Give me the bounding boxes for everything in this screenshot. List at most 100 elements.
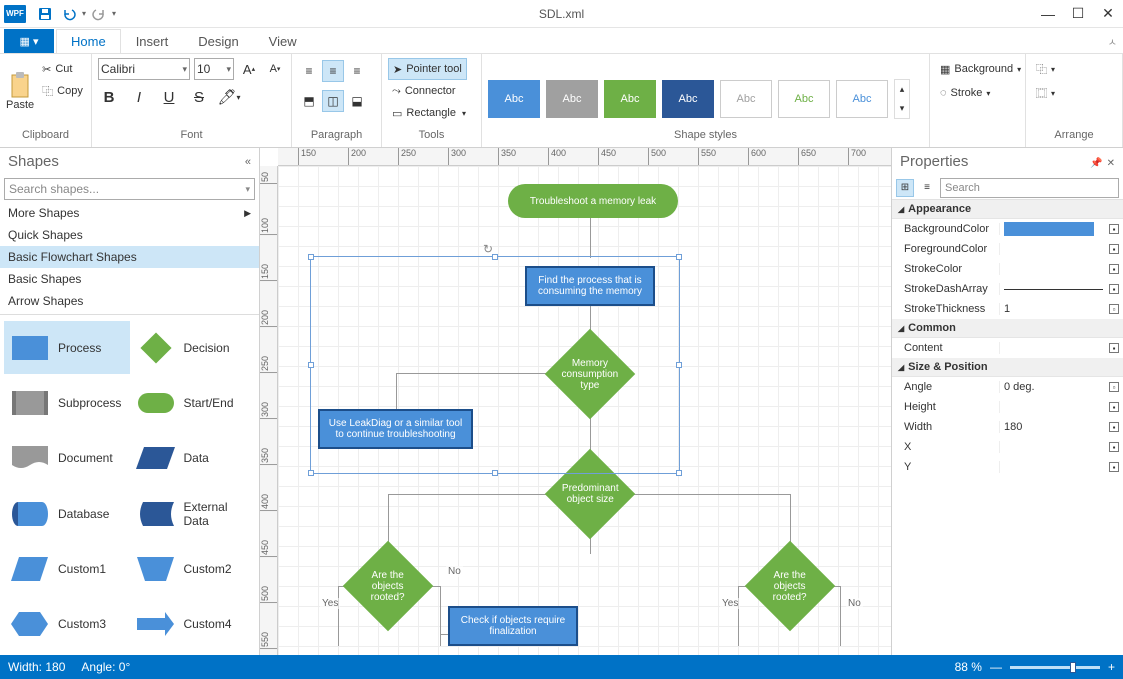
maximize-button[interactable]: ☐ bbox=[1063, 0, 1093, 28]
style-tile-gray[interactable]: Abc bbox=[546, 80, 598, 118]
pin-icon[interactable]: 📌 bbox=[1090, 158, 1102, 169]
node-start[interactable]: Troubleshoot a memory leak bbox=[508, 184, 678, 218]
shape-item-externaldata[interactable]: External Data bbox=[130, 487, 256, 540]
style-tile-outline-blue[interactable]: Abc bbox=[836, 80, 888, 118]
shapes-search-input[interactable]: Search shapes... ▾ bbox=[4, 178, 255, 200]
shape-item-data[interactable]: Data bbox=[130, 432, 256, 485]
undo-button[interactable] bbox=[58, 3, 80, 25]
align-left-button[interactable]: ≡ bbox=[298, 60, 320, 82]
style-tile-green[interactable]: Abc bbox=[604, 80, 656, 118]
styles-up-button[interactable]: ▴ bbox=[895, 80, 909, 99]
valign-bottom-button[interactable]: ⬓ bbox=[346, 90, 368, 112]
ruler-vertical: 50100150200250300350400450500550 bbox=[260, 166, 278, 655]
strike-button[interactable]: S bbox=[188, 86, 210, 108]
shape-item-subprocess[interactable]: Subprocess bbox=[4, 376, 130, 429]
collapse-icon[interactable]: « bbox=[245, 156, 251, 168]
grow-font-button[interactable]: A▴ bbox=[238, 58, 260, 80]
prop-x[interactable]: X▪ bbox=[892, 437, 1123, 457]
valign-middle-button[interactable]: ◫ bbox=[322, 90, 344, 112]
bold-button[interactable]: B bbox=[98, 86, 120, 108]
category-basic-shapes[interactable]: Basic Shapes bbox=[0, 268, 259, 290]
styles-more-button[interactable]: ▾ bbox=[895, 99, 909, 118]
arrange-button-2[interactable]: ⿴▾ bbox=[1032, 82, 1059, 104]
cut-button[interactable]: ✂Cut bbox=[38, 58, 87, 80]
background-button[interactable]: ▦Background▾ bbox=[936, 58, 1025, 80]
style-tile-outline-green[interactable]: Abc bbox=[778, 80, 830, 118]
italic-button[interactable]: I bbox=[128, 86, 150, 108]
underline-button[interactable]: U bbox=[158, 86, 180, 108]
close-panel-icon[interactable]: ✕ bbox=[1107, 158, 1115, 169]
shape-item-custom4[interactable]: Custom4 bbox=[130, 598, 256, 651]
shape-item-document[interactable]: Document bbox=[4, 432, 130, 485]
alpha-view-button[interactable]: ≡ bbox=[918, 179, 936, 197]
categorized-view-button[interactable]: ⊞ bbox=[896, 179, 914, 197]
node-find-process[interactable]: Find the process that is consuming the m… bbox=[525, 266, 655, 306]
align-right-button[interactable]: ≡ bbox=[346, 60, 368, 82]
style-tile-outline-gray[interactable]: Abc bbox=[720, 80, 772, 118]
node-rooted-right[interactable]: Are the objects rooted? bbox=[745, 541, 836, 632]
shape-item-startend[interactable]: Start/End bbox=[130, 376, 256, 429]
canvas[interactable]: Yes No Yes No ↻ Troubleshoot a memory le… bbox=[278, 166, 891, 655]
group-label: Shape styles bbox=[488, 129, 923, 145]
valign-top-button[interactable]: ⬒ bbox=[298, 90, 320, 112]
category-more-shapes[interactable]: More Shapes▶ bbox=[0, 202, 259, 224]
category-arrow-shapes[interactable]: Arrow Shapes bbox=[0, 290, 259, 312]
group-clipboard: Paste ✂Cut ⿻Copy Clipboard bbox=[0, 54, 92, 147]
zoom-out-button[interactable]: — bbox=[990, 660, 1002, 674]
category-quick-shapes[interactable]: Quick Shapes bbox=[0, 224, 259, 246]
category-basic-flowchart[interactable]: Basic Flowchart Shapes bbox=[0, 246, 259, 268]
prop-angle[interactable]: Angle0 deg.▫ bbox=[892, 377, 1123, 397]
ribbon-collapse-button[interactable]: ㅅ bbox=[1108, 34, 1117, 49]
prop-foregroundcolor[interactable]: ForegroundColor▪ bbox=[892, 239, 1123, 259]
properties-search-input[interactable]: Search bbox=[940, 178, 1119, 198]
style-tile-navy[interactable]: Abc bbox=[662, 80, 714, 118]
node-leakdiag[interactable]: Use LeakDiag or a similar tool to contin… bbox=[318, 409, 473, 449]
minimize-button[interactable]: — bbox=[1033, 0, 1063, 28]
style-tile-blue[interactable]: Abc bbox=[488, 80, 540, 118]
shape-item-database[interactable]: Database bbox=[4, 487, 130, 540]
section-appearance[interactable]: ◢Appearance bbox=[892, 200, 1123, 219]
node-memory-type[interactable]: Memory consumption type bbox=[545, 329, 636, 420]
shape-item-custom2[interactable]: Custom2 bbox=[130, 542, 256, 595]
prop-width[interactable]: Width180▪ bbox=[892, 417, 1123, 437]
shape-item-decision[interactable]: Decision bbox=[130, 321, 256, 374]
node-object-size[interactable]: Predominant object size bbox=[545, 449, 636, 540]
prop-strokecolor[interactable]: StrokeColor▪ bbox=[892, 259, 1123, 279]
stroke-button[interactable]: ◌Stroke▾ bbox=[936, 82, 994, 104]
rotate-handle-icon[interactable]: ↻ bbox=[483, 242, 493, 256]
arrange-button-1[interactable]: ⿻▾ bbox=[1032, 58, 1059, 80]
section-sizepos[interactable]: ◢Size & Position bbox=[892, 358, 1123, 377]
shrink-font-button[interactable]: A▾ bbox=[264, 58, 286, 80]
copy-button[interactable]: ⿻Copy bbox=[38, 80, 87, 102]
font-family-combo[interactable]: Calibri▾ bbox=[98, 58, 190, 80]
tab-home[interactable]: Home bbox=[56, 29, 121, 53]
zoom-in-button[interactable]: + bbox=[1108, 660, 1115, 674]
node-finalization[interactable]: Check if objects require finalization bbox=[448, 606, 578, 646]
prop-content[interactable]: Content▪ bbox=[892, 338, 1123, 358]
shape-item-process[interactable]: Process bbox=[4, 321, 130, 374]
zoom-slider[interactable] bbox=[1010, 666, 1100, 669]
section-common[interactable]: ◢Common bbox=[892, 319, 1123, 338]
node-rooted-left[interactable]: Are the objects rooted? bbox=[343, 541, 434, 632]
font-size-combo[interactable]: 10▾ bbox=[194, 58, 234, 80]
rectangle-tool-button[interactable]: ▭Rectangle▾ bbox=[388, 102, 470, 124]
file-tab[interactable]: ▦ ▾ bbox=[4, 29, 54, 53]
tab-view[interactable]: View bbox=[254, 29, 312, 53]
save-button[interactable] bbox=[34, 3, 56, 25]
pointer-tool-button[interactable]: ➤Pointer tool bbox=[388, 58, 467, 80]
tab-insert[interactable]: Insert bbox=[121, 29, 184, 53]
prop-backgroundcolor[interactable]: BackgroundColor▪ bbox=[892, 219, 1123, 239]
shape-item-custom3[interactable]: Custom3 bbox=[4, 598, 130, 651]
prop-strokedasharray[interactable]: StrokeDashArray▪ bbox=[892, 279, 1123, 299]
close-button[interactable]: ✕ bbox=[1093, 0, 1123, 28]
redo-button[interactable] bbox=[88, 3, 110, 25]
prop-strokethickness[interactable]: StrokeThickness1▫ bbox=[892, 299, 1123, 319]
paste-button[interactable]: Paste bbox=[6, 58, 34, 120]
prop-y[interactable]: Y▪ bbox=[892, 457, 1123, 477]
prop-height[interactable]: Height▪ bbox=[892, 397, 1123, 417]
align-center-button[interactable]: ≡ bbox=[322, 60, 344, 82]
tab-design[interactable]: Design bbox=[183, 29, 253, 53]
font-color-button[interactable]: 🖊▾ bbox=[218, 86, 240, 108]
shape-item-custom1[interactable]: Custom1 bbox=[4, 542, 130, 595]
connector-tool-button[interactable]: ⤳Connector bbox=[388, 80, 460, 102]
